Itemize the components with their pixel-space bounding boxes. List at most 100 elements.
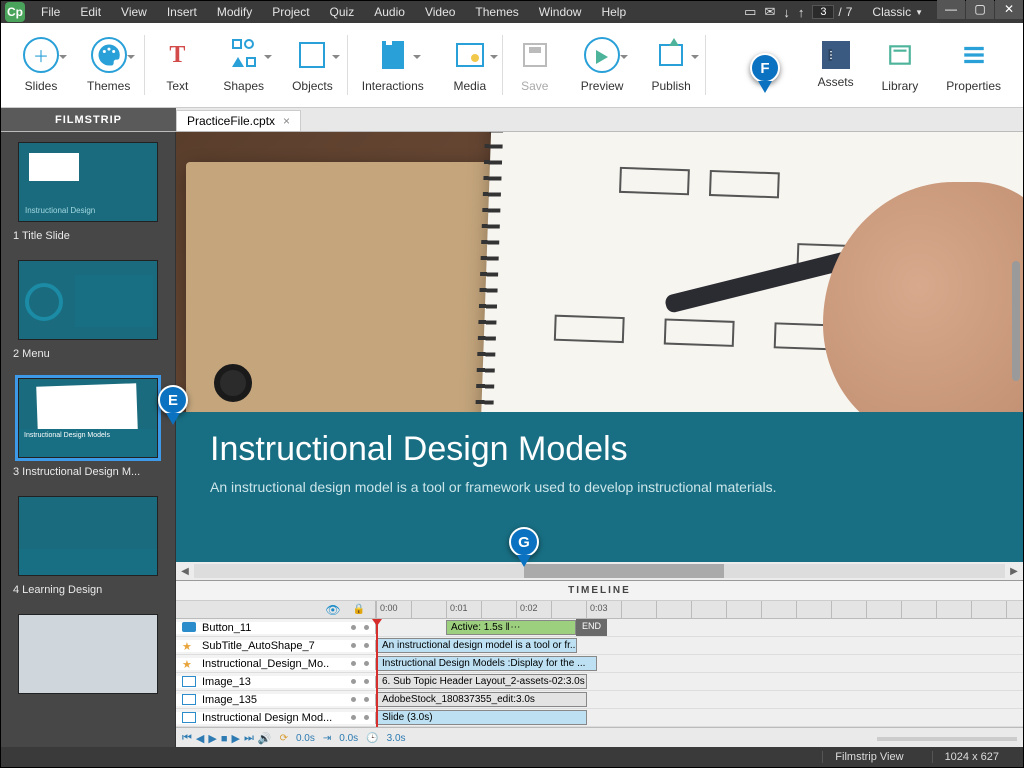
visibility-toggle[interactable] (351, 625, 356, 630)
timeline-clip[interactable]: 6. Sub Topic Header Layout_2-assets-02:3… (377, 674, 587, 689)
visibility-toggle[interactable] (351, 643, 356, 648)
timeline-ruler[interactable]: 👁 🔒 0:00 0:01 0:02 0:03 (176, 601, 1023, 619)
menu-lines-icon (956, 37, 992, 73)
stage-h-scrollbar[interactable]: ◀ ▶ (176, 562, 1023, 580)
annotation-pin-e: E (158, 385, 188, 425)
visibility-toggle[interactable] (351, 661, 356, 666)
scroll-left-icon[interactable]: ◀ (176, 566, 194, 577)
slide-thumb-1[interactable]: Instructional Design 1 Title Slide (9, 142, 167, 254)
timeline-clip[interactable]: Instructional Design Models :Display for… (377, 656, 597, 671)
timeline-row[interactable]: ★ Instructional_Design_Mo.. Instructiona… (176, 655, 1023, 673)
toolbar-ribbon: ＋ Slides Themes T Text Shapes Objects In… (1, 23, 1023, 108)
lock-toggle[interactable] (364, 715, 369, 720)
timeline-clip[interactable]: Slide (3.0s) (377, 710, 587, 725)
themes-button[interactable]: Themes (73, 33, 144, 97)
library-button[interactable]: Library (868, 33, 933, 97)
timeline-clip[interactable]: AdobeStock_180837355_edit:3.0s (377, 692, 587, 707)
timeline-playhead[interactable] (376, 619, 378, 727)
timeline-track[interactable]: Active: 1.5s ‖ ⋯ END (376, 619, 1023, 636)
timeline-track[interactable]: An instructional design model is a tool … (376, 637, 1023, 654)
menu-quiz[interactable]: Quiz (320, 3, 365, 21)
lock-toggle[interactable] (364, 625, 369, 630)
visibility-toggle[interactable] (351, 679, 356, 684)
timeline-clip[interactable]: Active: 1.5s ‖ ⋯ (446, 620, 576, 635)
assets-button[interactable]: Assets (804, 37, 868, 93)
menu-project[interactable]: Project (262, 3, 319, 21)
clock-icon[interactable]: 🕒 (366, 733, 378, 744)
play-icon[interactable]: ▶ (208, 732, 216, 745)
publish-button[interactable]: Publish (637, 33, 704, 97)
timeline-row[interactable]: Instructional Design Mod... Slide (3.0s) (176, 709, 1023, 727)
slide-thumb-2[interactable]: 2 Menu (9, 260, 167, 372)
minimize-button[interactable]: — (937, 0, 965, 19)
stop-icon[interactable]: ■ (221, 733, 228, 745)
close-button[interactable]: ✕ (995, 0, 1023, 19)
scrollbar-thumb[interactable] (524, 564, 724, 578)
mail-icon[interactable]: ✉ (764, 4, 775, 20)
menu-file[interactable]: File (31, 3, 70, 21)
zoom-time-icon[interactable]: ⇥ (323, 733, 331, 744)
preview-button[interactable]: Preview (567, 33, 638, 97)
lock-toggle[interactable] (364, 697, 369, 702)
menu-view[interactable]: View (111, 3, 157, 21)
loop-icon[interactable]: ⟳ (280, 733, 288, 744)
current-slide-input[interactable]: 3 (812, 5, 834, 19)
sync-down-icon[interactable]: ↓ (783, 5, 790, 20)
scroll-right-icon[interactable]: ▶ (1005, 566, 1023, 577)
filmstrip-panel[interactable]: Instructional Design 1 Title Slide 2 Men… (1, 132, 176, 749)
menu-audio[interactable]: Audio (364, 3, 415, 21)
interactions-button[interactable]: Interactions (348, 33, 438, 97)
menu-themes[interactable]: Themes (465, 3, 528, 21)
close-tab-icon[interactable]: × (283, 114, 290, 128)
timeline-track[interactable]: 6. Sub Topic Header Layout_2-assets-02:3… (376, 673, 1023, 690)
slides-button[interactable]: ＋ Slides (9, 33, 73, 97)
visibility-toggle[interactable] (351, 715, 356, 720)
visibility-column-icon[interactable]: 👁 (325, 603, 340, 617)
maximize-button[interactable]: ▢ (966, 0, 994, 19)
titlebar-tools: ▭ ✉ ↓ ↑ 3 / 7 Classic ▼ (744, 4, 923, 20)
menu-modify[interactable]: Modify (207, 3, 262, 21)
filmstrip-panel-header: FILMSTRIP (1, 108, 176, 131)
objects-button[interactable]: Objects (278, 33, 347, 97)
visibility-toggle[interactable] (351, 697, 356, 702)
timeline-track[interactable]: Instructional Design Models :Display for… (376, 655, 1023, 672)
slide-stage[interactable]: Instructional Design Models An instructi… (176, 132, 1023, 562)
lock-toggle[interactable] (364, 679, 369, 684)
menu-window[interactable]: Window (529, 3, 592, 21)
slide-thumb-3[interactable]: Instructional Design Models 3 Instructio… (9, 378, 167, 490)
text-button[interactable]: T Text (145, 33, 209, 97)
step-fwd-icon[interactable]: ▶ (232, 732, 240, 745)
step-back-icon[interactable]: ◀ (196, 732, 204, 745)
menu-edit[interactable]: Edit (70, 3, 111, 21)
slide-thumb-5[interactable] (9, 614, 167, 694)
timeline-header: TIMELINE (176, 581, 1023, 601)
sync-up-icon[interactable]: ↑ (798, 5, 805, 20)
menu-video[interactable]: Video (415, 3, 465, 21)
timeline-track[interactable]: Slide (3.0s) (376, 709, 1023, 726)
lock-column-icon[interactable]: 🔒 (353, 604, 365, 615)
menu-insert[interactable]: Insert (157, 3, 207, 21)
zoom-slider[interactable] (877, 737, 1017, 741)
properties-button[interactable]: Properties (932, 33, 1015, 97)
rewind-start-icon[interactable]: ⏮ (182, 732, 192, 745)
lock-toggle[interactable] (364, 643, 369, 648)
forward-end-icon[interactable]: ⏭ (244, 732, 254, 745)
timeline-track[interactable]: AdobeStock_180837355_edit:3.0s (376, 691, 1023, 708)
timeline-row[interactable]: Button_11 Active: 1.5s ‖ ⋯ END (176, 619, 1023, 637)
lock-toggle[interactable] (364, 661, 369, 666)
text-icon: T (159, 37, 195, 73)
window-v-scrollbar[interactable] (1012, 261, 1020, 381)
timeline-row[interactable]: ★ SubTitle_AutoShape_7 An instructional … (176, 637, 1023, 655)
comments-icon[interactable]: ▭ (744, 4, 756, 20)
audio-icon[interactable]: 🔊 (258, 732, 272, 745)
slide-thumb-4[interactable]: 4 Learning Design (9, 496, 167, 608)
shapes-button[interactable]: Shapes (209, 33, 278, 97)
timeline-clip[interactable]: An instructional design model is a tool … (377, 638, 577, 653)
timeline-row[interactable]: Image_13 6. Sub Topic Header Layout_2-as… (176, 673, 1023, 691)
menu-help[interactable]: Help (591, 3, 636, 21)
workspace-picker[interactable]: Classic ▼ (872, 5, 923, 19)
media-button[interactable]: Media (438, 33, 502, 97)
file-tab[interactable]: PracticeFile.cptx × (176, 110, 301, 131)
timeline-row[interactable]: Image_135 AdobeStock_180837355_edit:3.0s (176, 691, 1023, 709)
stage-title-band: Instructional Design Models An instructi… (176, 412, 1023, 562)
